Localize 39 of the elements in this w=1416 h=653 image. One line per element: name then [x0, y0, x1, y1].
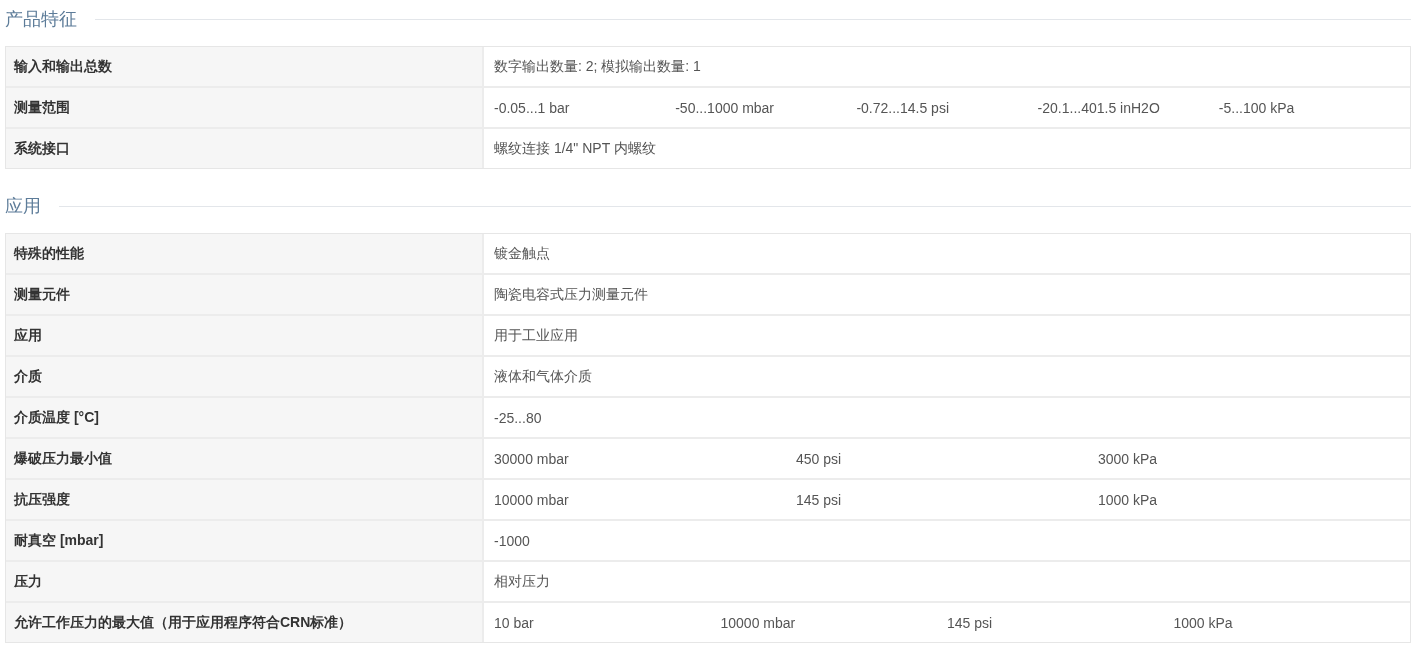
spec-value: 1000 kPa — [1173, 614, 1234, 631]
spec-label-cell: 系统接口 — [6, 129, 484, 168]
spec-value: -50...1000 mbar — [675, 99, 776, 116]
spec-value: 145 psi — [947, 614, 994, 631]
spec-value: 镀金触点 — [494, 244, 551, 263]
spec-value: 相对压力 — [494, 572, 551, 591]
spec-label-cell: 测量范围 — [6, 88, 484, 127]
spec-label-cell: 输入和输出总数 — [6, 47, 484, 86]
spec-value: 液体和气体介质 — [494, 367, 593, 386]
spec-value: -5...100 kPa — [1218, 99, 1296, 116]
spec-value: 用于工业应用 — [494, 326, 579, 345]
spec-value: 3000 kPa — [1098, 450, 1159, 467]
spec-value: 1000 kPa — [1098, 491, 1159, 508]
spec-value: 陶瓷电容式压力测量元件 — [494, 285, 649, 304]
spec-value: 数字输出数量: 2; 模拟输出数量: 1 — [494, 57, 702, 76]
spec-value: 30000 mbar — [494, 450, 570, 467]
spec-label-cell: 抗压强度 — [6, 480, 484, 519]
spec-label-cell: 特殊的性能 — [6, 234, 484, 273]
spec-value: -25...80 — [494, 409, 543, 426]
spec-value: 10000 mbar — [720, 614, 797, 631]
spec-label-cell: 耐真空 [mbar] — [6, 521, 484, 560]
spec-value: 10 bar — [494, 614, 535, 631]
spec-value: 450 psi — [796, 450, 843, 467]
spec-label-cell: 爆破压力最小值 — [6, 439, 484, 478]
spec-value: 10000 mbar — [494, 491, 570, 508]
spec-value: 145 psi — [796, 491, 843, 508]
section-title: 产品特征 — [5, 8, 78, 31]
spec-label-cell: 压力 — [6, 562, 484, 601]
spec-value: -0.05...1 bar — [494, 99, 571, 116]
spec-value: -1000 — [494, 532, 531, 549]
spec-label-cell: 应用 — [6, 316, 484, 355]
spec-value: -0.72...14.5 psi — [856, 99, 950, 116]
spec-label-cell: 测量元件 — [6, 275, 484, 314]
spec-label-cell: 介质 — [6, 357, 484, 396]
spec-label-cell: 允许工作压力的最大值（用于应用程序符合CRN标准） — [6, 603, 484, 642]
spec-label-cell: 介质温度 [°C] — [6, 398, 484, 437]
section-title: 应用 — [5, 195, 42, 218]
spec-value: 螺纹连接 1/4" NPT 内螺纹 — [494, 139, 657, 158]
spec-value: -20.1...401.5 inH2O — [1037, 99, 1161, 116]
